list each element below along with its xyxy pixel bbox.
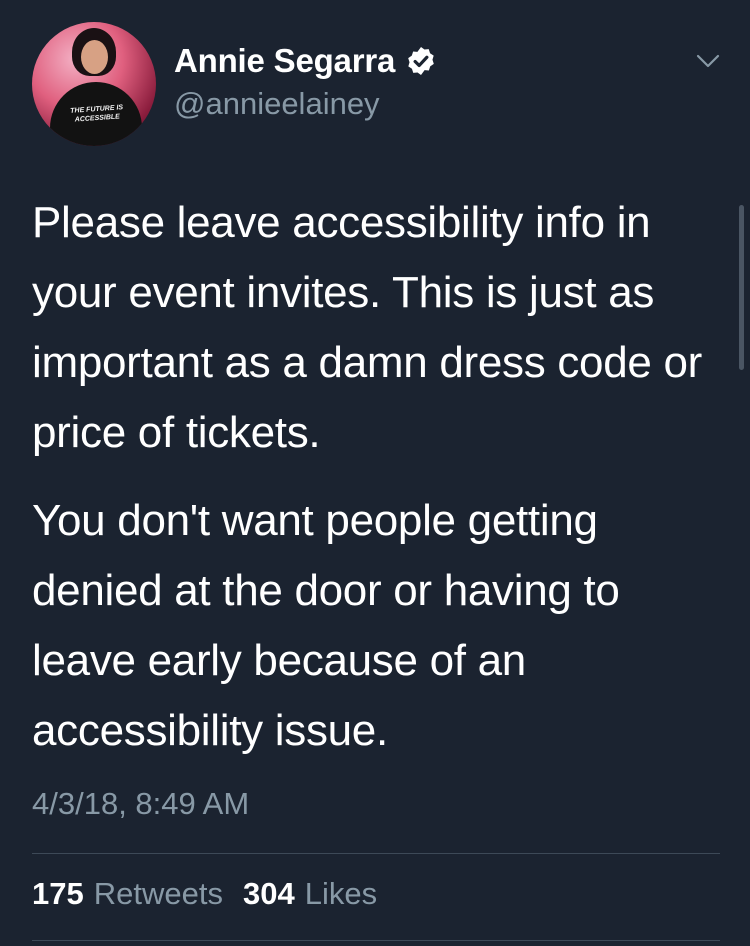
tweet-stats: 175 Retweets 304 Likes — [32, 876, 377, 912]
author-display-name[interactable]: Annie Segarra — [174, 42, 395, 80]
retweets-stat[interactable]: 175 Retweets — [32, 876, 223, 912]
likes-stat[interactable]: 304 Likes — [243, 876, 377, 912]
retweets-label: Retweets — [93, 876, 223, 911]
author-handle[interactable]: @annieelainey — [174, 86, 380, 122]
tweet-paragraph-1: Please leave accessibility info in your … — [32, 198, 702, 457]
scrollbar[interactable] — [739, 205, 744, 370]
tweet-text: Please leave accessibility info in your … — [32, 188, 722, 766]
avatar[interactable]: THE FUTURE IS ACCESSIBLE — [32, 22, 156, 146]
likes-label: Likes — [304, 876, 378, 911]
divider — [32, 940, 720, 941]
divider — [32, 853, 720, 854]
verified-badge-icon — [408, 47, 434, 75]
tweet-paragraph-2: You don't want people getting denied at … — [32, 496, 620, 755]
avatar-face — [81, 40, 108, 74]
likes-count: 304 — [242, 876, 295, 911]
tweet-detail: THE FUTURE IS ACCESSIBLE Annie Segarra @… — [0, 0, 750, 946]
chevron-down-icon[interactable] — [695, 52, 721, 70]
author-name-row[interactable]: Annie Segarra — [174, 40, 437, 82]
retweets-count: 175 — [32, 876, 84, 911]
tweet-timestamp[interactable]: 4/3/18, 8:49 AM — [32, 786, 249, 822]
